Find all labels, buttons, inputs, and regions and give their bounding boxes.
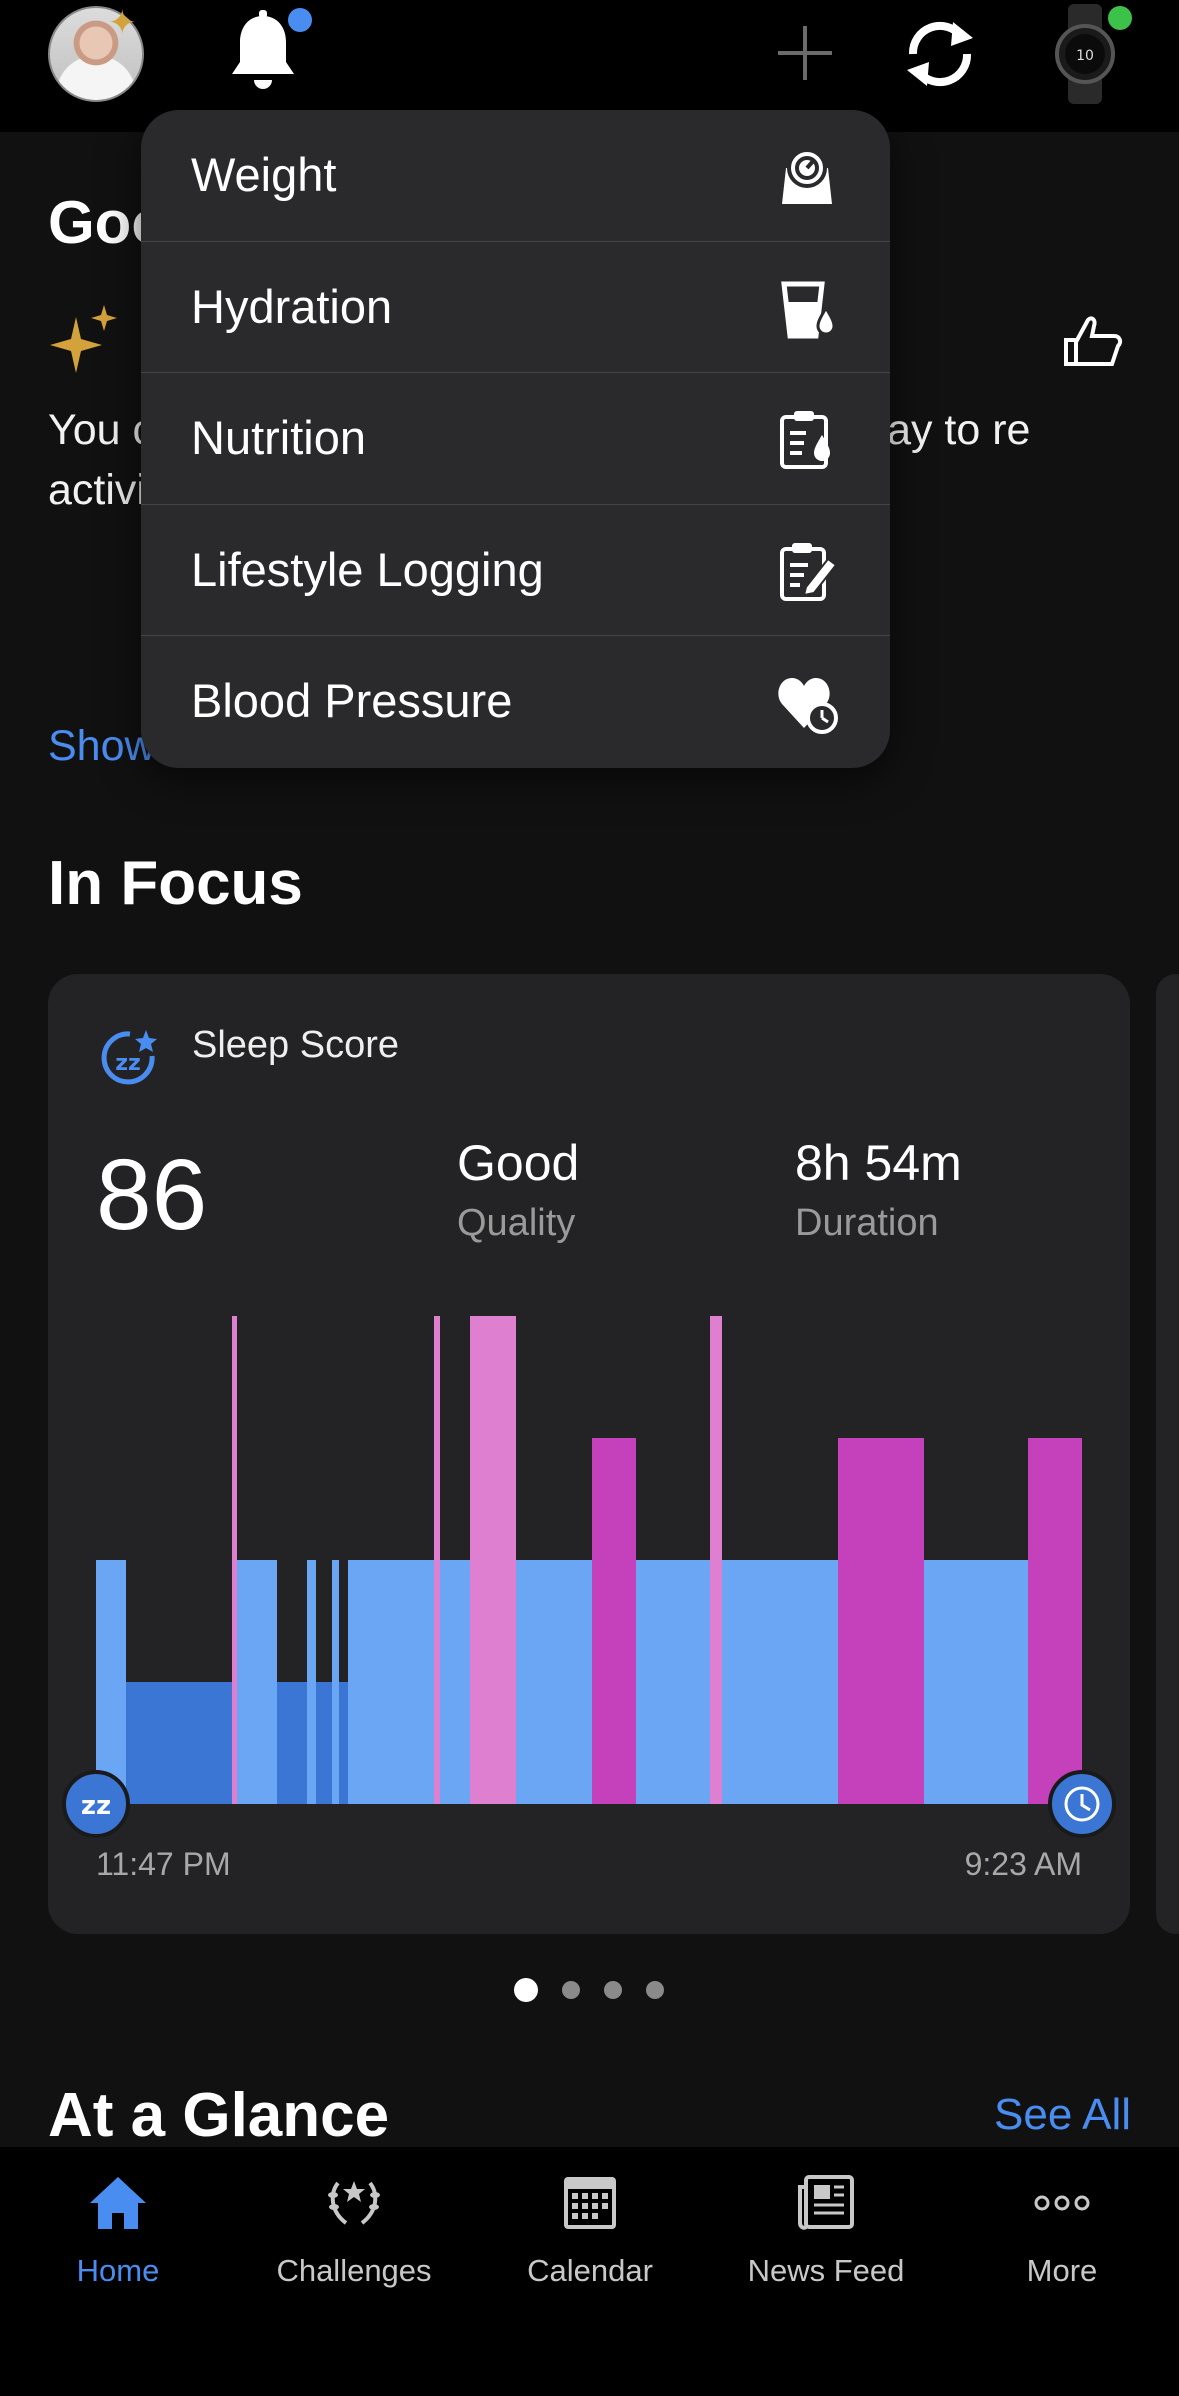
light-sleep-bar: [332, 1560, 339, 1804]
tab-news-feed[interactable]: News Feed: [708, 2147, 944, 2396]
show-more-link[interactable]: Show: [48, 722, 156, 771]
sleep-start-time: 11:47 PM: [96, 1846, 231, 1882]
awake-bar: [710, 1316, 722, 1804]
add-icon[interactable]: [770, 18, 840, 88]
rem-sleep-bar: [1028, 1438, 1082, 1804]
menu-item-label: Nutrition: [191, 411, 367, 465]
awake-bar: [434, 1316, 440, 1804]
menu-item-nutrition[interactable]: Nutrition: [141, 373, 890, 505]
pager-dot[interactable]: [646, 1981, 664, 1999]
feedback-thumbs-icon[interactable]: [1060, 310, 1126, 376]
svg-text:10: 10: [1076, 48, 1094, 64]
light-sleep-bar: [348, 1560, 434, 1804]
awake-bar: [470, 1316, 516, 1804]
menu-item-label: Blood Pressure: [191, 674, 513, 728]
deep-sleep-bar: [316, 1682, 332, 1804]
tab-bar: Home Challenges Calendar News Feed More: [0, 2147, 1179, 2396]
light-sleep-bar: [636, 1560, 710, 1804]
edit-note-icon: [780, 542, 838, 601]
nutrition-clipboard-icon: [780, 411, 830, 470]
menu-item-label: Hydration: [191, 279, 393, 333]
menu-item-weight[interactable]: Weight: [141, 110, 890, 242]
deep-sleep-bar: [126, 1682, 232, 1804]
tab-label: More: [1026, 2253, 1098, 2288]
add-menu: Weight Hydration Nutrition Lifestyle Log…: [141, 110, 890, 768]
tab-label: Calendar: [527, 2253, 653, 2288]
laurel-icon: [328, 2181, 380, 2225]
menu-item-hydration[interactable]: Hydration: [141, 242, 890, 374]
light-sleep-bar: [307, 1560, 316, 1804]
sparkle-icon: [50, 305, 117, 373]
calendar-icon: [564, 2177, 616, 2229]
tab-label: Challenges: [276, 2253, 432, 2288]
deep-sleep-bar: [339, 1682, 348, 1804]
light-sleep-bar: [924, 1560, 1028, 1804]
awake-bar: [232, 1316, 237, 1804]
sleep-start-marker: zz: [62, 1770, 130, 1838]
rem-sleep-bar: [838, 1438, 924, 1804]
heart-clock-icon: [778, 678, 838, 735]
pager-dot[interactable]: [514, 1978, 538, 2002]
see-all-link[interactable]: See All: [994, 2090, 1131, 2140]
tab-label: Home: [76, 2253, 160, 2288]
menu-item-blood-pressure[interactable]: Blood Pressure: [141, 636, 890, 768]
svg-text:zz: zz: [81, 1791, 111, 1821]
water-glass-icon: [781, 281, 836, 339]
at-a-glance-title: At a Glance: [48, 2081, 390, 2150]
pager-dot[interactable]: [562, 1981, 580, 1999]
menu-item-label: Weight: [191, 148, 337, 201]
more-icon: [1034, 2195, 1090, 2211]
sleep-score-card[interactable]: zz Sleep Score 86 Good Quality 8h 54m Du…: [48, 974, 1130, 1934]
news-icon: [798, 2175, 854, 2230]
menu-item-lifestyle-logging[interactable]: Lifestyle Logging: [141, 505, 890, 637]
tab-home[interactable]: Home: [0, 2147, 236, 2396]
light-sleep-bar: [722, 1560, 838, 1804]
menu-item-label: Lifestyle Logging: [191, 542, 544, 596]
light-sleep-bar: [516, 1560, 592, 1804]
next-card-peek[interactable]: [1156, 974, 1179, 1934]
scale-icon: [782, 148, 832, 204]
tab-calendar[interactable]: Calendar: [472, 2147, 708, 2396]
pager-dot[interactable]: [604, 1981, 622, 1999]
deep-sleep-bar: [277, 1682, 307, 1804]
watch-connected-dot: [1108, 6, 1132, 30]
notification-dot: [288, 8, 312, 32]
sleep-end-marker: [1048, 1770, 1116, 1838]
light-sleep-bar: [237, 1560, 277, 1804]
home-icon: [90, 2177, 146, 2229]
sync-icon[interactable]: [895, 14, 985, 94]
sleep-stages-chart: zz: [62, 1316, 1116, 1838]
sparkle-badge-icon: ✦: [108, 4, 137, 42]
light-sleep-bar: [440, 1560, 470, 1804]
tab-label: News Feed: [747, 2253, 905, 2288]
tab-more[interactable]: More: [944, 2147, 1179, 2396]
sleep-end-time: 9:23 AM: [964, 1846, 1082, 1882]
light-sleep-bar: [96, 1560, 126, 1804]
tab-challenges[interactable]: Challenges: [236, 2147, 472, 2396]
in-focus-title: In Focus: [48, 849, 303, 918]
rem-sleep-bar: [592, 1438, 636, 1804]
